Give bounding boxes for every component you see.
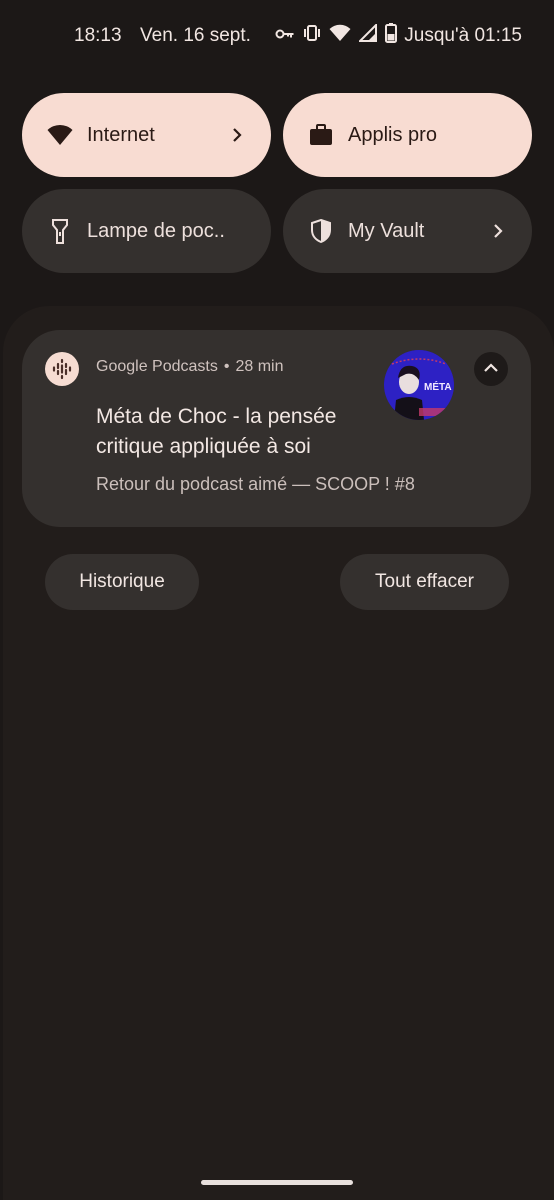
tile-work-apps[interactable]: Applis pro	[283, 93, 532, 177]
notification-text: Retour du podcast aimé — SCOOP ! #8	[96, 474, 415, 494]
tile-internet[interactable]: Internet	[22, 93, 271, 177]
tile-internet-label: Internet	[87, 123, 155, 146]
chevron-right-icon	[225, 127, 249, 143]
notification-title: Méta de Choc - la pensée critique appliq…	[96, 405, 337, 458]
status-bar: 18:13 Ven. 16 sept. Jusqu'à 01:15	[0, 22, 554, 50]
vpn-key-icon	[275, 25, 295, 47]
google-podcasts-icon	[45, 352, 79, 386]
clear-all-button[interactable]: Tout effacer	[340, 554, 509, 610]
cell-signal-icon	[357, 22, 377, 48]
history-button[interactable]: Historique	[45, 554, 199, 610]
notification-time: 28 min	[235, 358, 284, 375]
chevron-right-icon	[486, 223, 510, 239]
briefcase-icon	[307, 121, 335, 149]
status-time: 18:13	[74, 25, 122, 46]
battery-remaining-text: Jusqu'à 01:15	[404, 25, 522, 46]
podcast-notification[interactable]: Google Podcasts • 28 min Méta de Choc - …	[22, 330, 531, 527]
notification-header: Google Podcasts • 28 min	[96, 358, 284, 376]
clear-all-button-label: Tout effacer	[375, 571, 474, 592]
artwork-title: MÉTA	[424, 380, 452, 393]
battery-icon	[385, 23, 397, 49]
status-date: Ven. 16 sept.	[140, 25, 251, 46]
history-button-label: Historique	[79, 571, 165, 592]
status-icons	[275, 22, 397, 49]
podcast-artwork: MÉTA	[384, 350, 454, 420]
shield-icon	[307, 217, 335, 245]
tile-flashlight[interactable]: Lampe de poc..	[22, 189, 271, 273]
tile-my-vault-label: My Vault	[348, 219, 425, 242]
vibrate-icon	[303, 24, 321, 48]
header-separator: •	[223, 358, 230, 375]
notification-shade: 18:13 Ven. 16 sept. Jusqu'à 01:15 Intern…	[0, 0, 554, 1200]
tile-my-vault[interactable]: My Vault	[283, 189, 532, 273]
wifi-icon	[329, 24, 351, 48]
tile-work-apps-label: Applis pro	[348, 123, 437, 146]
home-indicator[interactable]	[201, 1180, 353, 1185]
tile-flashlight-label: Lampe de poc..	[87, 219, 225, 242]
app-name: Google Podcasts	[96, 358, 218, 375]
flashlight-icon	[46, 217, 74, 245]
chevron-up-icon	[483, 360, 499, 378]
wifi-icon	[46, 121, 74, 149]
collapse-button[interactable]	[474, 352, 508, 386]
